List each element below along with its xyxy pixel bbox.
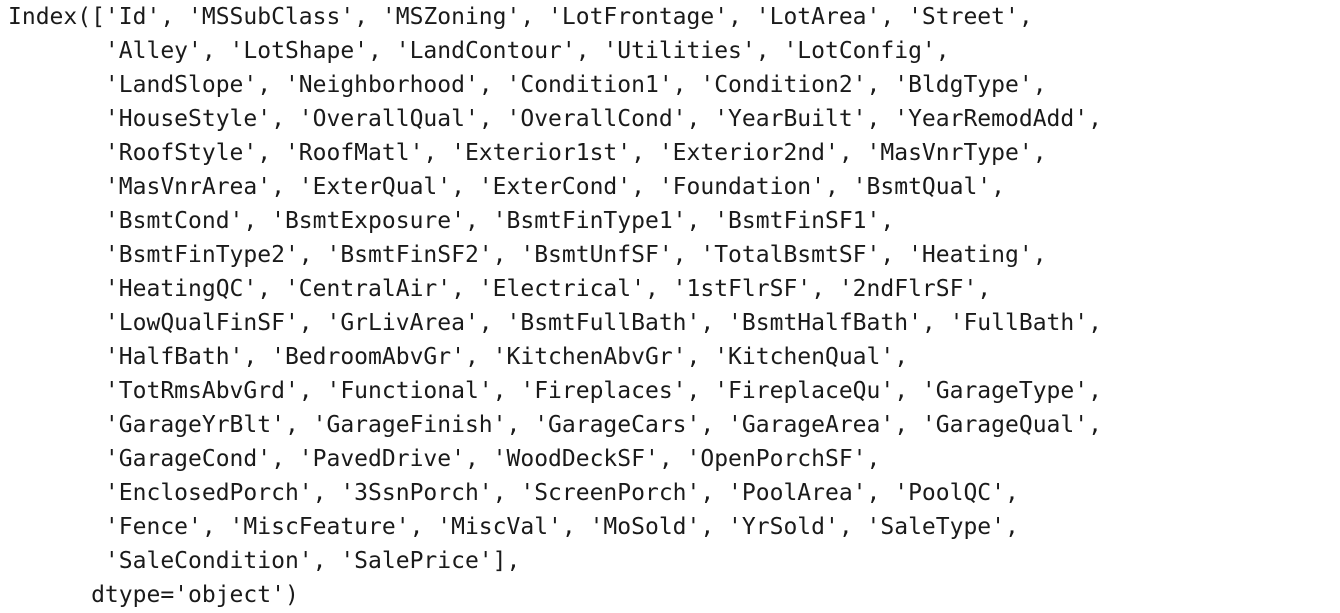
output-line: 'HeatingQC', 'CentralAir', 'Electrical',…: [8, 276, 992, 302]
output-line: 'SaleCondition', 'SalePrice'],: [8, 548, 521, 574]
output-line: dtype='object'): [8, 582, 299, 608]
output-line: 'Fence', 'MiscFeature', 'MiscVal', 'MoSo…: [8, 514, 1019, 540]
output-line: 'LandSlope', 'Neighborhood', 'Condition1…: [8, 72, 1047, 98]
output-line: 'EnclosedPorch', '3SsnPorch', 'ScreenPor…: [8, 480, 1019, 506]
output-line: 'BsmtCond', 'BsmtExposure', 'BsmtFinType…: [8, 208, 895, 234]
output-line: 'RoofStyle', 'RoofMatl', 'Exterior1st', …: [8, 140, 1047, 166]
code-output: Index(['Id', 'MSSubClass', 'MSZoning', '…: [8, 0, 1102, 612]
output-line: 'HalfBath', 'BedroomAbvGr', 'KitchenAbvG…: [8, 344, 909, 370]
output-line: 'MasVnrArea', 'ExterQual', 'ExterCond', …: [8, 174, 1005, 200]
output-line: 'BsmtFinType2', 'BsmtFinSF2', 'BsmtUnfSF…: [8, 242, 1047, 268]
output-line: 'HouseStyle', 'OverallQual', 'OverallCon…: [8, 106, 1102, 132]
output-line: 'GarageCond', 'PavedDrive', 'WoodDeckSF'…: [8, 446, 881, 472]
output-line: Index(['Id', 'MSSubClass', 'MSZoning', '…: [8, 4, 1033, 30]
output-line: 'LowQualFinSF', 'GrLivArea', 'BsmtFullBa…: [8, 310, 1102, 336]
output-line: 'GarageYrBlt', 'GarageFinish', 'GarageCa…: [8, 412, 1102, 438]
output-line: 'Alley', 'LotShape', 'LandContour', 'Uti…: [8, 38, 950, 64]
output-line: 'TotRmsAbvGrd', 'Functional', 'Fireplace…: [8, 378, 1102, 404]
